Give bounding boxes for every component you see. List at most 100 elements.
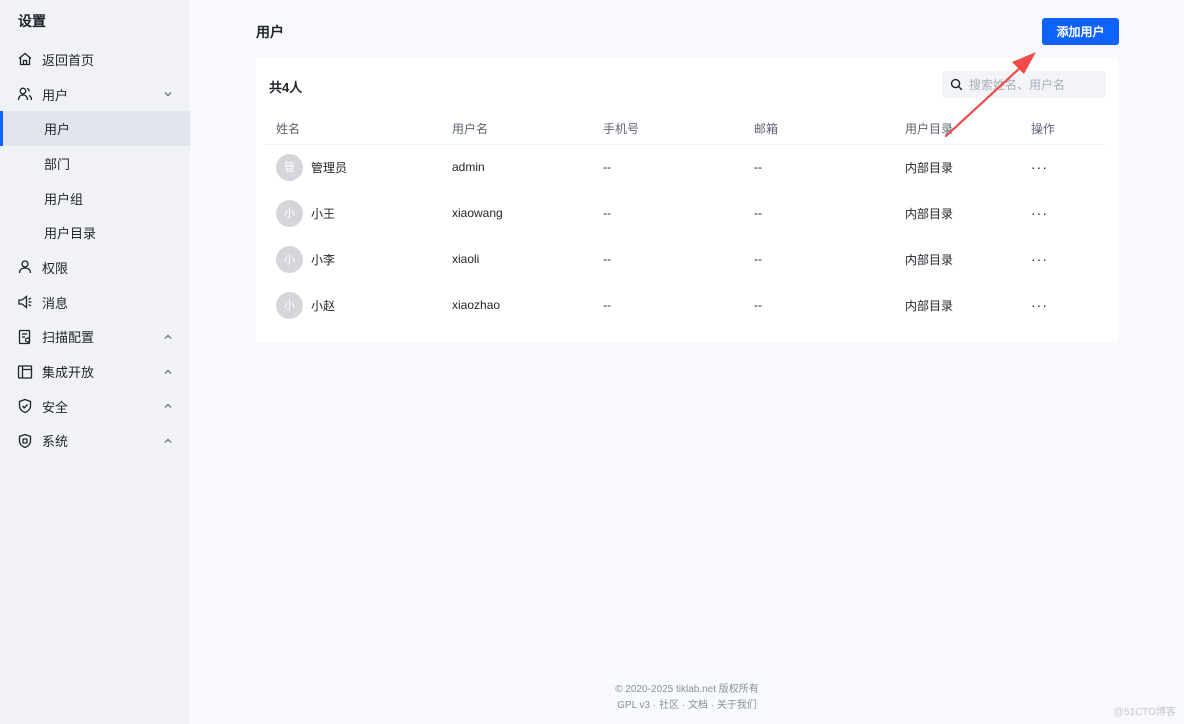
table-row: 小 小李 xiaoli -- -- 内部目录 ···: [266, 236, 1105, 282]
add-user-button[interactable]: 添加用户: [1042, 18, 1119, 45]
name-cell: 管 管理员: [266, 144, 442, 190]
sidebar: 设置 返回首页 用户 用户 部门 用户组 用户目录 权限 消息 扫描配置 集成开…: [0, 0, 190, 724]
column-header-username: 用户名: [442, 114, 593, 145]
table-row: 管 管理员 admin -- -- 内部目录 ···: [266, 144, 1105, 190]
email-cell: --: [754, 252, 762, 266]
sidebar-item-label: 用户目录: [44, 226, 97, 242]
name-cell: 小 小赵: [266, 282, 442, 328]
sidebar-item-home[interactable]: 返回首页: [0, 42, 190, 77]
footer-link-about[interactable]: 关于我们: [717, 700, 757, 711]
more-actions-icon[interactable]: ···: [1021, 236, 1105, 282]
chevron-up-icon: [162, 331, 174, 343]
email-cell: --: [754, 206, 762, 220]
chevron-up-icon: [162, 400, 174, 412]
sidebar-item-user-groups[interactable]: 用户组: [0, 181, 190, 216]
avatar: 管: [276, 153, 303, 181]
chevron-down-icon: [162, 88, 174, 100]
sidebar-item-label: 集成开放: [42, 365, 95, 381]
sidebar-item-label: 部门: [44, 156, 71, 172]
avatar: 小: [276, 291, 303, 319]
sidebar-item-users-list[interactable]: 用户: [0, 111, 190, 147]
name-cell: 小 小李: [266, 236, 442, 282]
footer-link-license[interactable]: GPL v3: [617, 700, 650, 711]
speaker-icon: [16, 293, 34, 311]
user-count-label: 共4人: [269, 80, 303, 95]
sidebar-item-integration[interactable]: 集成开放: [0, 354, 190, 389]
sidebar-item-label: 系统: [42, 434, 69, 450]
sidebar-item-messages[interactable]: 消息: [0, 285, 190, 320]
footer-copyright: © 2020-2025 tiklab.net 版权所有: [615, 684, 759, 695]
footer-link-docs[interactable]: 文档: [688, 700, 708, 711]
document-icon: [16, 328, 34, 346]
sidebar-item-security[interactable]: 安全: [0, 389, 190, 424]
name-cell: 小 小王: [266, 190, 442, 236]
avatar: 小: [276, 245, 303, 273]
avatar: 小: [276, 199, 303, 227]
directory-cell: 内部目录: [905, 298, 954, 313]
user-list-card: 共4人 姓名 用户名 手机号 邮箱 用户目录 操作: [256, 58, 1119, 342]
email-cell: --: [754, 298, 762, 312]
system-shield-icon: [16, 432, 34, 450]
username-cell: admin: [452, 160, 485, 175]
sidebar-item-system[interactable]: 系统: [0, 424, 190, 459]
footer-separator: ·: [710, 700, 715, 711]
phone-cell: --: [603, 160, 611, 175]
search-input[interactable]: [969, 77, 1099, 92]
page-title: 用户: [256, 24, 284, 40]
chevron-up-icon: [162, 366, 174, 378]
watermark: @51CTO博客: [1113, 707, 1176, 718]
user-name: 小李: [311, 252, 336, 267]
sidebar-item-label: 返回首页: [42, 52, 95, 68]
column-header-directory: 用户目录: [895, 114, 1021, 145]
footer-link-community[interactable]: 社区: [659, 700, 679, 711]
column-header-phone: 手机号: [593, 114, 744, 145]
sidebar-item-label: 安全: [42, 399, 69, 415]
search-box[interactable]: [942, 71, 1106, 98]
table-row: 小 小王 xiaowang -- -- 内部目录 ···: [266, 190, 1105, 236]
phone-cell: --: [603, 206, 611, 220]
column-header-actions: 操作: [1021, 114, 1105, 145]
layout-icon: [16, 363, 34, 381]
user-name: 管理员: [311, 160, 348, 175]
directory-cell: 内部目录: [905, 160, 954, 175]
table-header-row: 姓名 用户名 手机号 邮箱 用户目录 操作: [266, 114, 1105, 145]
sidebar-item-label: 用户组: [44, 191, 84, 207]
phone-cell: --: [603, 298, 611, 312]
directory-cell: 内部目录: [905, 206, 954, 221]
user-name: 小赵: [311, 298, 336, 313]
user-table: 姓名 用户名 手机号 邮箱 用户目录 操作 管 管理员 admin -- --: [266, 114, 1105, 328]
more-actions-icon[interactable]: ···: [1021, 190, 1105, 236]
table-row: 小 小赵 xiaozhao -- -- 内部目录 ···: [266, 282, 1105, 328]
column-header-name: 姓名: [266, 114, 442, 145]
username-cell: xiaowang: [452, 206, 503, 220]
search-icon: [950, 78, 963, 91]
column-header-email: 邮箱: [744, 114, 895, 145]
footer-separator: ·: [681, 700, 686, 711]
directory-cell: 内部目录: [905, 252, 954, 267]
sidebar-item-label: 消息: [42, 295, 69, 311]
username-cell: xiaozhao: [452, 298, 501, 312]
user-icon: [16, 258, 34, 276]
sidebar-item-scan-config[interactable]: 扫描配置: [0, 320, 190, 355]
footer-links: GPL v3 · 社区 · 文档 · 关于我们: [190, 698, 1184, 714]
sidebar-item-permissions[interactable]: 权限: [0, 250, 190, 285]
sidebar-item-user-directory[interactable]: 用户目录: [0, 215, 190, 250]
home-icon: [16, 50, 34, 68]
user-name: 小王: [311, 206, 336, 221]
more-actions-icon[interactable]: ···: [1021, 144, 1105, 190]
email-cell: --: [754, 160, 762, 175]
main-content: 用户 添加用户 共4人 姓名 用户名 手机号 邮箱 用户目录 操作: [190, 0, 1184, 724]
chevron-up-icon: [162, 435, 174, 447]
sidebar-item-label: 扫描配置: [42, 330, 95, 346]
sidebar-title: 设置: [18, 13, 46, 29]
sidebar-item-label: 用户: [42, 87, 69, 103]
sidebar-item-users[interactable]: 用户: [0, 77, 190, 112]
more-actions-icon[interactable]: ···: [1021, 282, 1105, 328]
footer: © 2020-2025 tiklab.net 版权所有 GPL v3 · 社区 …: [190, 682, 1184, 714]
sidebar-item-departments[interactable]: 部门: [0, 146, 190, 181]
sidebar-item-label: 权限: [42, 260, 69, 276]
users-icon: [16, 85, 34, 103]
shield-icon: [16, 397, 34, 415]
username-cell: xiaoli: [452, 252, 480, 266]
footer-separator: ·: [652, 700, 657, 711]
